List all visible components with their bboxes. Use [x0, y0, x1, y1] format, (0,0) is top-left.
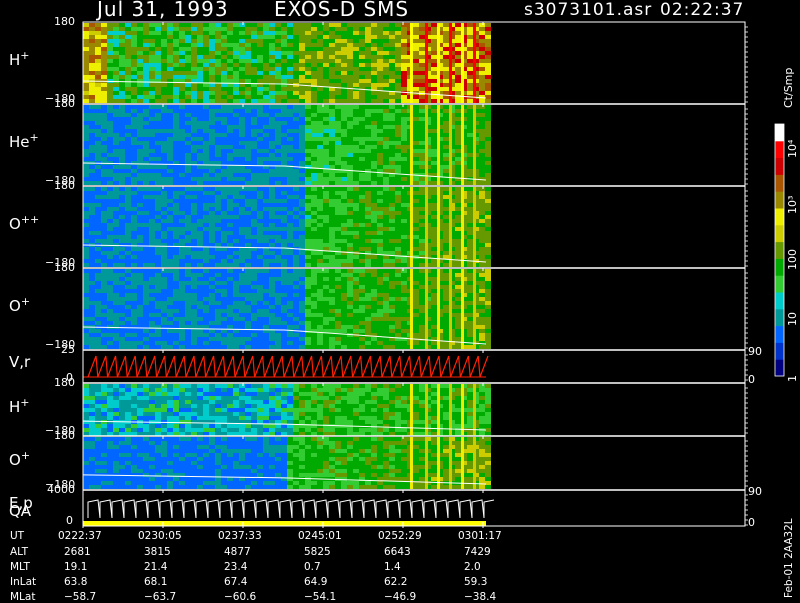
- ephem-cell: 2.0: [464, 561, 481, 573]
- colorbar-swatch: [775, 141, 784, 158]
- panel-label-charge: +: [20, 49, 29, 62]
- heatmap-o-plus-2: [83, 437, 491, 489]
- colorbar-swatch: [775, 258, 784, 275]
- y-tick-max: 180: [54, 261, 75, 274]
- ephem-cell: 68.1: [144, 576, 167, 588]
- y-tick-max: 180: [54, 376, 75, 389]
- heatmap-h-plus-1: [83, 23, 491, 103]
- ephem-cell: 0245:01: [298, 530, 342, 542]
- spectrogram-plot: Jul 31, 1993 EXOS-D SMS s3073101.asr 02:…: [0, 0, 800, 600]
- ephem-cell: 23.4: [224, 561, 247, 573]
- colorbar-swatch: [775, 242, 784, 259]
- panel-label-charge: +: [30, 131, 39, 144]
- colorbar-swatch: [775, 342, 784, 359]
- colorbar-swatch: [775, 124, 784, 141]
- ephem-row-label: ALT: [10, 546, 28, 558]
- panel-label-charge: ++: [21, 213, 39, 226]
- ephem-cell: 0222:37: [58, 530, 102, 542]
- ephem-cell: 59.3: [464, 576, 487, 588]
- ephem-cell: 7429: [464, 546, 491, 558]
- colorbar-swatch: [775, 208, 784, 225]
- plot-canvas: [0, 0, 800, 600]
- ephem-cell: −60.6: [224, 591, 256, 603]
- ephem-cell: 3815: [144, 546, 171, 558]
- colorbar-swatch: [775, 292, 784, 309]
- panel-label-h-plus-2: H+: [9, 396, 30, 416]
- panel-label-h-plus-1: H+: [9, 49, 30, 69]
- panel-label-o-plus-2: O+: [9, 449, 30, 469]
- right-tick-max: 90: [748, 345, 762, 358]
- panel-label-he-plus: He+: [9, 131, 39, 151]
- ephem-cell: 0252:29: [378, 530, 422, 542]
- heatmap-o-plus-1: [83, 269, 491, 349]
- y-tick-max: 180: [54, 97, 75, 110]
- ephem-cell: 62.2: [384, 576, 407, 588]
- ephem-cell: −54.1: [304, 591, 336, 603]
- heatmap-he-plus: [83, 105, 491, 185]
- y-tick-max: 180: [54, 179, 75, 192]
- ephem-row-label: MLat: [10, 591, 35, 603]
- right-tick-max: 90: [748, 485, 762, 498]
- ephem-row-label: MLT: [10, 561, 30, 573]
- panel-label-vr: V,r: [9, 353, 30, 371]
- panel-ep-bg: [83, 491, 486, 525]
- colorbar-swatch: [775, 174, 784, 191]
- panel-label-charge: +: [20, 396, 29, 409]
- ephem-cell: −58.7: [64, 591, 96, 603]
- side-code-label: Feb-01 2AA32L: [783, 518, 795, 598]
- panel-label-o-plusplus: O++: [9, 213, 39, 233]
- qa-bar: [83, 521, 486, 526]
- colorbar-swatch: [775, 191, 784, 208]
- heatmap-o-plusplus: [83, 187, 491, 267]
- panel-label-o-plus-1: O+: [9, 295, 30, 315]
- right-tick-min: 0: [748, 373, 755, 386]
- ephem-cell: 6643: [384, 546, 411, 558]
- y-tick-min: 0: [66, 514, 73, 527]
- colorbar-tick-label: 10³: [786, 196, 799, 214]
- ephem-cell: 0.7: [304, 561, 321, 573]
- colorbar-swatch: [775, 158, 784, 175]
- colorbar-tick-label: 1: [786, 375, 799, 382]
- colorbar-swatch: [775, 275, 784, 292]
- ephem-row-label: UT: [10, 530, 24, 542]
- ephem-cell: −38.4: [464, 591, 496, 603]
- ephem-cell: 4877: [224, 546, 251, 558]
- ephem-cell: 64.9: [304, 576, 327, 588]
- y-tick-max: 25: [61, 343, 75, 356]
- colorbar-tick-label: 10⁴: [786, 140, 799, 158]
- panel-label-qa: QA: [9, 502, 31, 520]
- colorbar-tick-label: 100: [786, 249, 799, 270]
- ephem-cell: 21.4: [144, 561, 167, 573]
- ephem-cell: 5825: [304, 546, 331, 558]
- colorbar-swatch: [775, 326, 784, 343]
- ephem-cell: 63.8: [64, 576, 87, 588]
- ephem-cell: 0230:05: [138, 530, 182, 542]
- ephem-cell: 19.1: [64, 561, 87, 573]
- colorbar-tick-label: 10: [786, 312, 799, 326]
- panel-label-charge: +: [21, 295, 30, 308]
- ephem-cell: 2681: [64, 546, 91, 558]
- y-tick-max: 4000: [47, 483, 75, 496]
- colorbar-swatch: [775, 359, 784, 376]
- ephem-cell: 67.4: [224, 576, 247, 588]
- ephem-cell: 0301:17: [458, 530, 502, 542]
- ephem-row-label: InLat: [10, 576, 36, 588]
- ephem-cell: 1.4: [384, 561, 401, 573]
- right-tick-min: 0: [748, 516, 755, 529]
- y-tick-max: 180: [54, 15, 75, 28]
- y-tick-max: 180: [54, 429, 75, 442]
- panel-label-charge: +: [21, 449, 30, 462]
- colorbar-swatch: [775, 309, 784, 326]
- ephem-cell: 0237:33: [218, 530, 262, 542]
- ephem-cell: −63.7: [144, 591, 176, 603]
- colorbar-swatch: [775, 225, 784, 242]
- colorbar-unit-label: Ct/Smp: [782, 68, 795, 108]
- ephem-cell: −46.9: [384, 591, 416, 603]
